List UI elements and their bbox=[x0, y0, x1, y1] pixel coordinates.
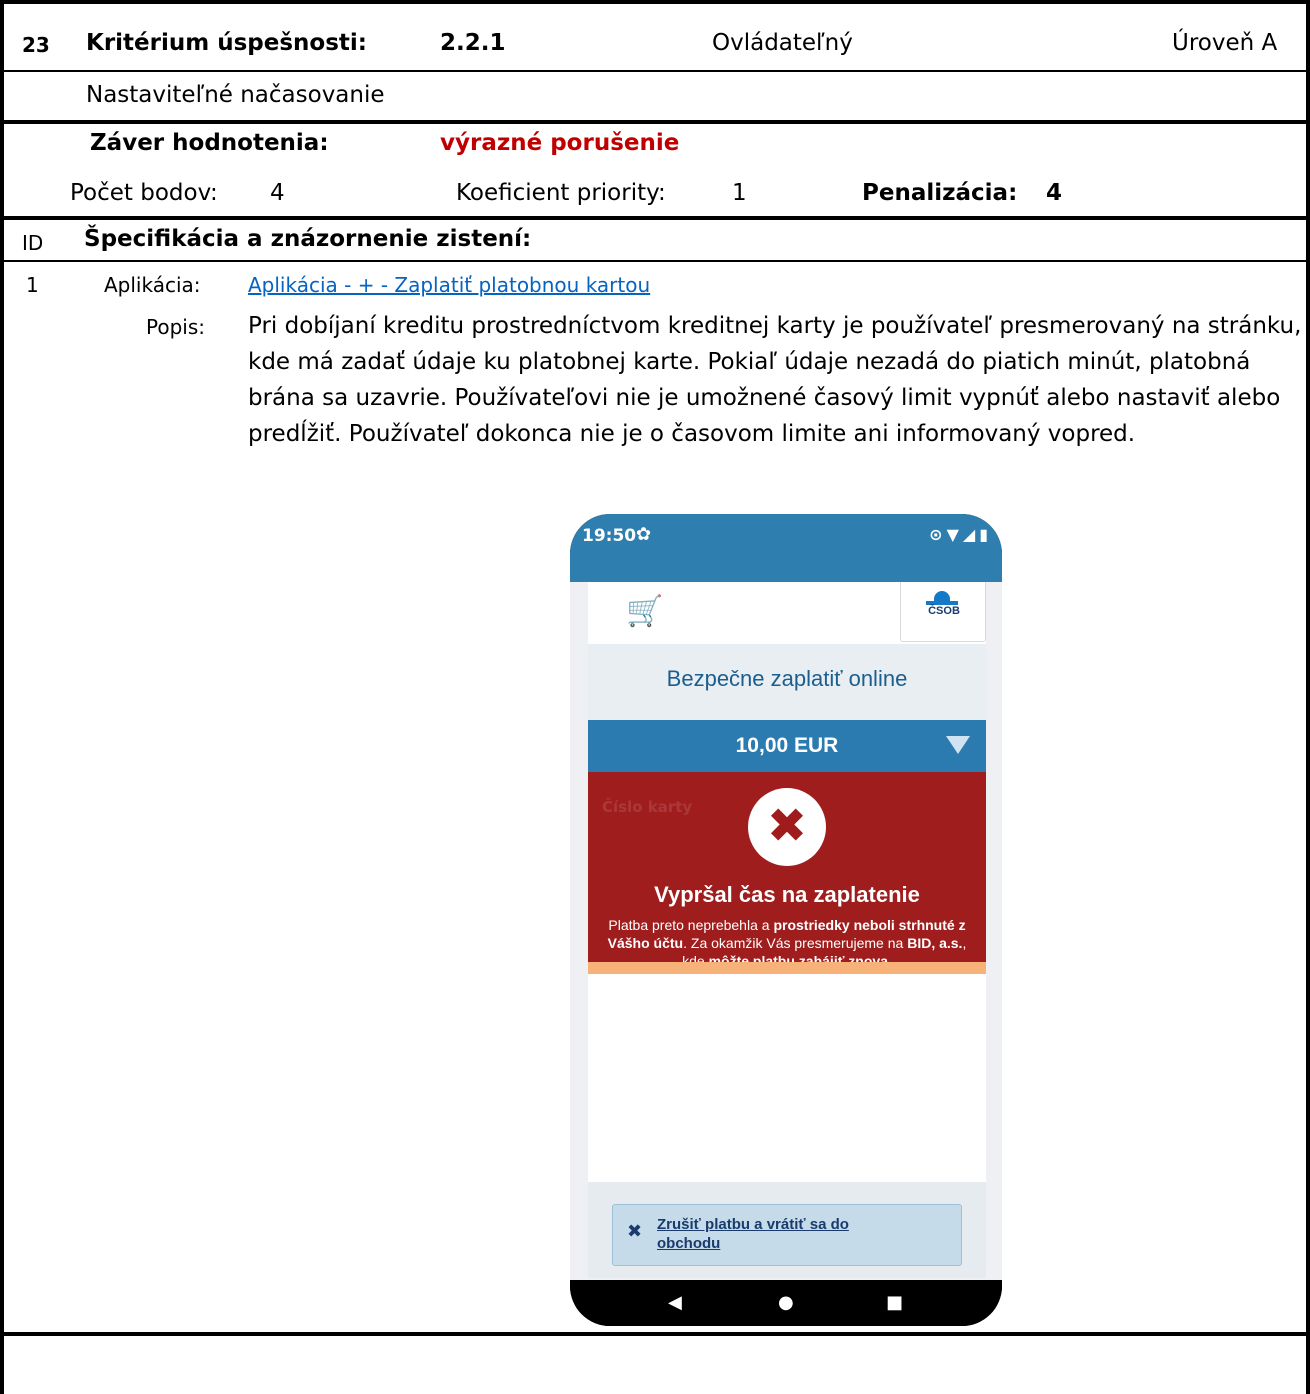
criterion-number: 23 bbox=[22, 33, 50, 57]
cancel-panel: ✖ Zrušiť platbu a vrátiť sa do obchodu bbox=[588, 1182, 986, 1278]
spec-title: Špecifikácia a znázornenie zistení: bbox=[84, 226, 532, 252]
penalty-value: 4 bbox=[1046, 180, 1063, 206]
error-x-icon: ✖ bbox=[748, 788, 826, 866]
close-icon: ✖ bbox=[627, 1221, 643, 1242]
divider bbox=[0, 216, 1310, 220]
divider bbox=[0, 1332, 1310, 1336]
blank-area bbox=[588, 974, 986, 1182]
battery-icon: ▮ bbox=[979, 525, 992, 544]
right-border bbox=[1306, 0, 1310, 1394]
divider bbox=[0, 260, 1310, 262]
ghost-card-label: Číslo karty bbox=[602, 798, 693, 816]
home-icon[interactable]: ● bbox=[778, 1292, 794, 1313]
cancel-button[interactable]: ✖ Zrušiť platbu a vrátiť sa do obchodu bbox=[612, 1204, 962, 1266]
desc-text: Pri dobíjaní kreditu prostredníctvom kre… bbox=[248, 313, 1302, 447]
back-icon[interactable]: ◀ bbox=[668, 1292, 682, 1313]
cart-icon: 🛒 bbox=[626, 594, 664, 629]
recents-icon[interactable]: ■ bbox=[886, 1292, 903, 1313]
amount-bar[interactable]: 10,00 EUR bbox=[588, 720, 986, 772]
points-label: Počet bodov: bbox=[70, 180, 218, 206]
settings-icon: ✿ bbox=[636, 524, 652, 545]
priority-label: Koeficient priority: bbox=[456, 180, 666, 206]
app-link[interactable]: Aplikácia - + - Zaplatiť platobnou karto… bbox=[248, 270, 650, 300]
orange-strip bbox=[588, 962, 986, 974]
signal-icon: ◢ bbox=[962, 525, 980, 544]
finding-id: 1 bbox=[26, 273, 39, 297]
divider bbox=[0, 70, 1310, 72]
location-icon: ⊙ bbox=[929, 525, 947, 544]
payment-title: Bezpečne zaplatiť online bbox=[666, 666, 908, 691]
criterion-id: 2.2.1 bbox=[440, 30, 506, 56]
criterion-name: Nastaviteľné načasovanie bbox=[86, 82, 385, 108]
wifi-icon: ▼ bbox=[946, 525, 963, 544]
principle: Ovládateľný bbox=[712, 30, 853, 56]
evaluation-label: Záver hodnotenia: bbox=[90, 130, 329, 156]
left-border bbox=[0, 0, 4, 1394]
top-border bbox=[0, 0, 1310, 4]
desc-label: Popis: bbox=[146, 315, 205, 339]
status-bar: 19:50 ✿ ⊙▼◢▮ bbox=[570, 514, 1002, 560]
id-column-label: ID bbox=[22, 231, 44, 255]
penalty-label: Penalizácia: bbox=[862, 180, 1018, 206]
csob-logo: ČSOB bbox=[900, 582, 986, 642]
android-nav-bar: ◀ ● ■ bbox=[570, 1280, 1002, 1326]
evaluation-value: výrazné porušenie bbox=[440, 130, 680, 156]
status-time: 19:50 bbox=[582, 526, 637, 546]
divider bbox=[0, 120, 1310, 124]
amount-value: 10,00 EUR bbox=[735, 734, 839, 757]
criterion-label: Kritérium úspešnosti: bbox=[86, 30, 367, 56]
points-value: 4 bbox=[270, 180, 285, 206]
priority-value: 1 bbox=[732, 180, 747, 206]
level: Úroveň A bbox=[1172, 30, 1278, 56]
app-label: Aplikácia: bbox=[104, 273, 201, 297]
cancel-label: Zrušiť platbu a vrátiť sa do obchodu bbox=[657, 1216, 849, 1252]
evaluation-sheet: 23 Kritérium úspešnosti: 2.2.1 Ovládateľ… bbox=[0, 0, 1310, 1394]
dropdown-triangle-icon bbox=[946, 736, 970, 754]
error-title: Vypršal čas na zaplatenie bbox=[654, 882, 920, 907]
